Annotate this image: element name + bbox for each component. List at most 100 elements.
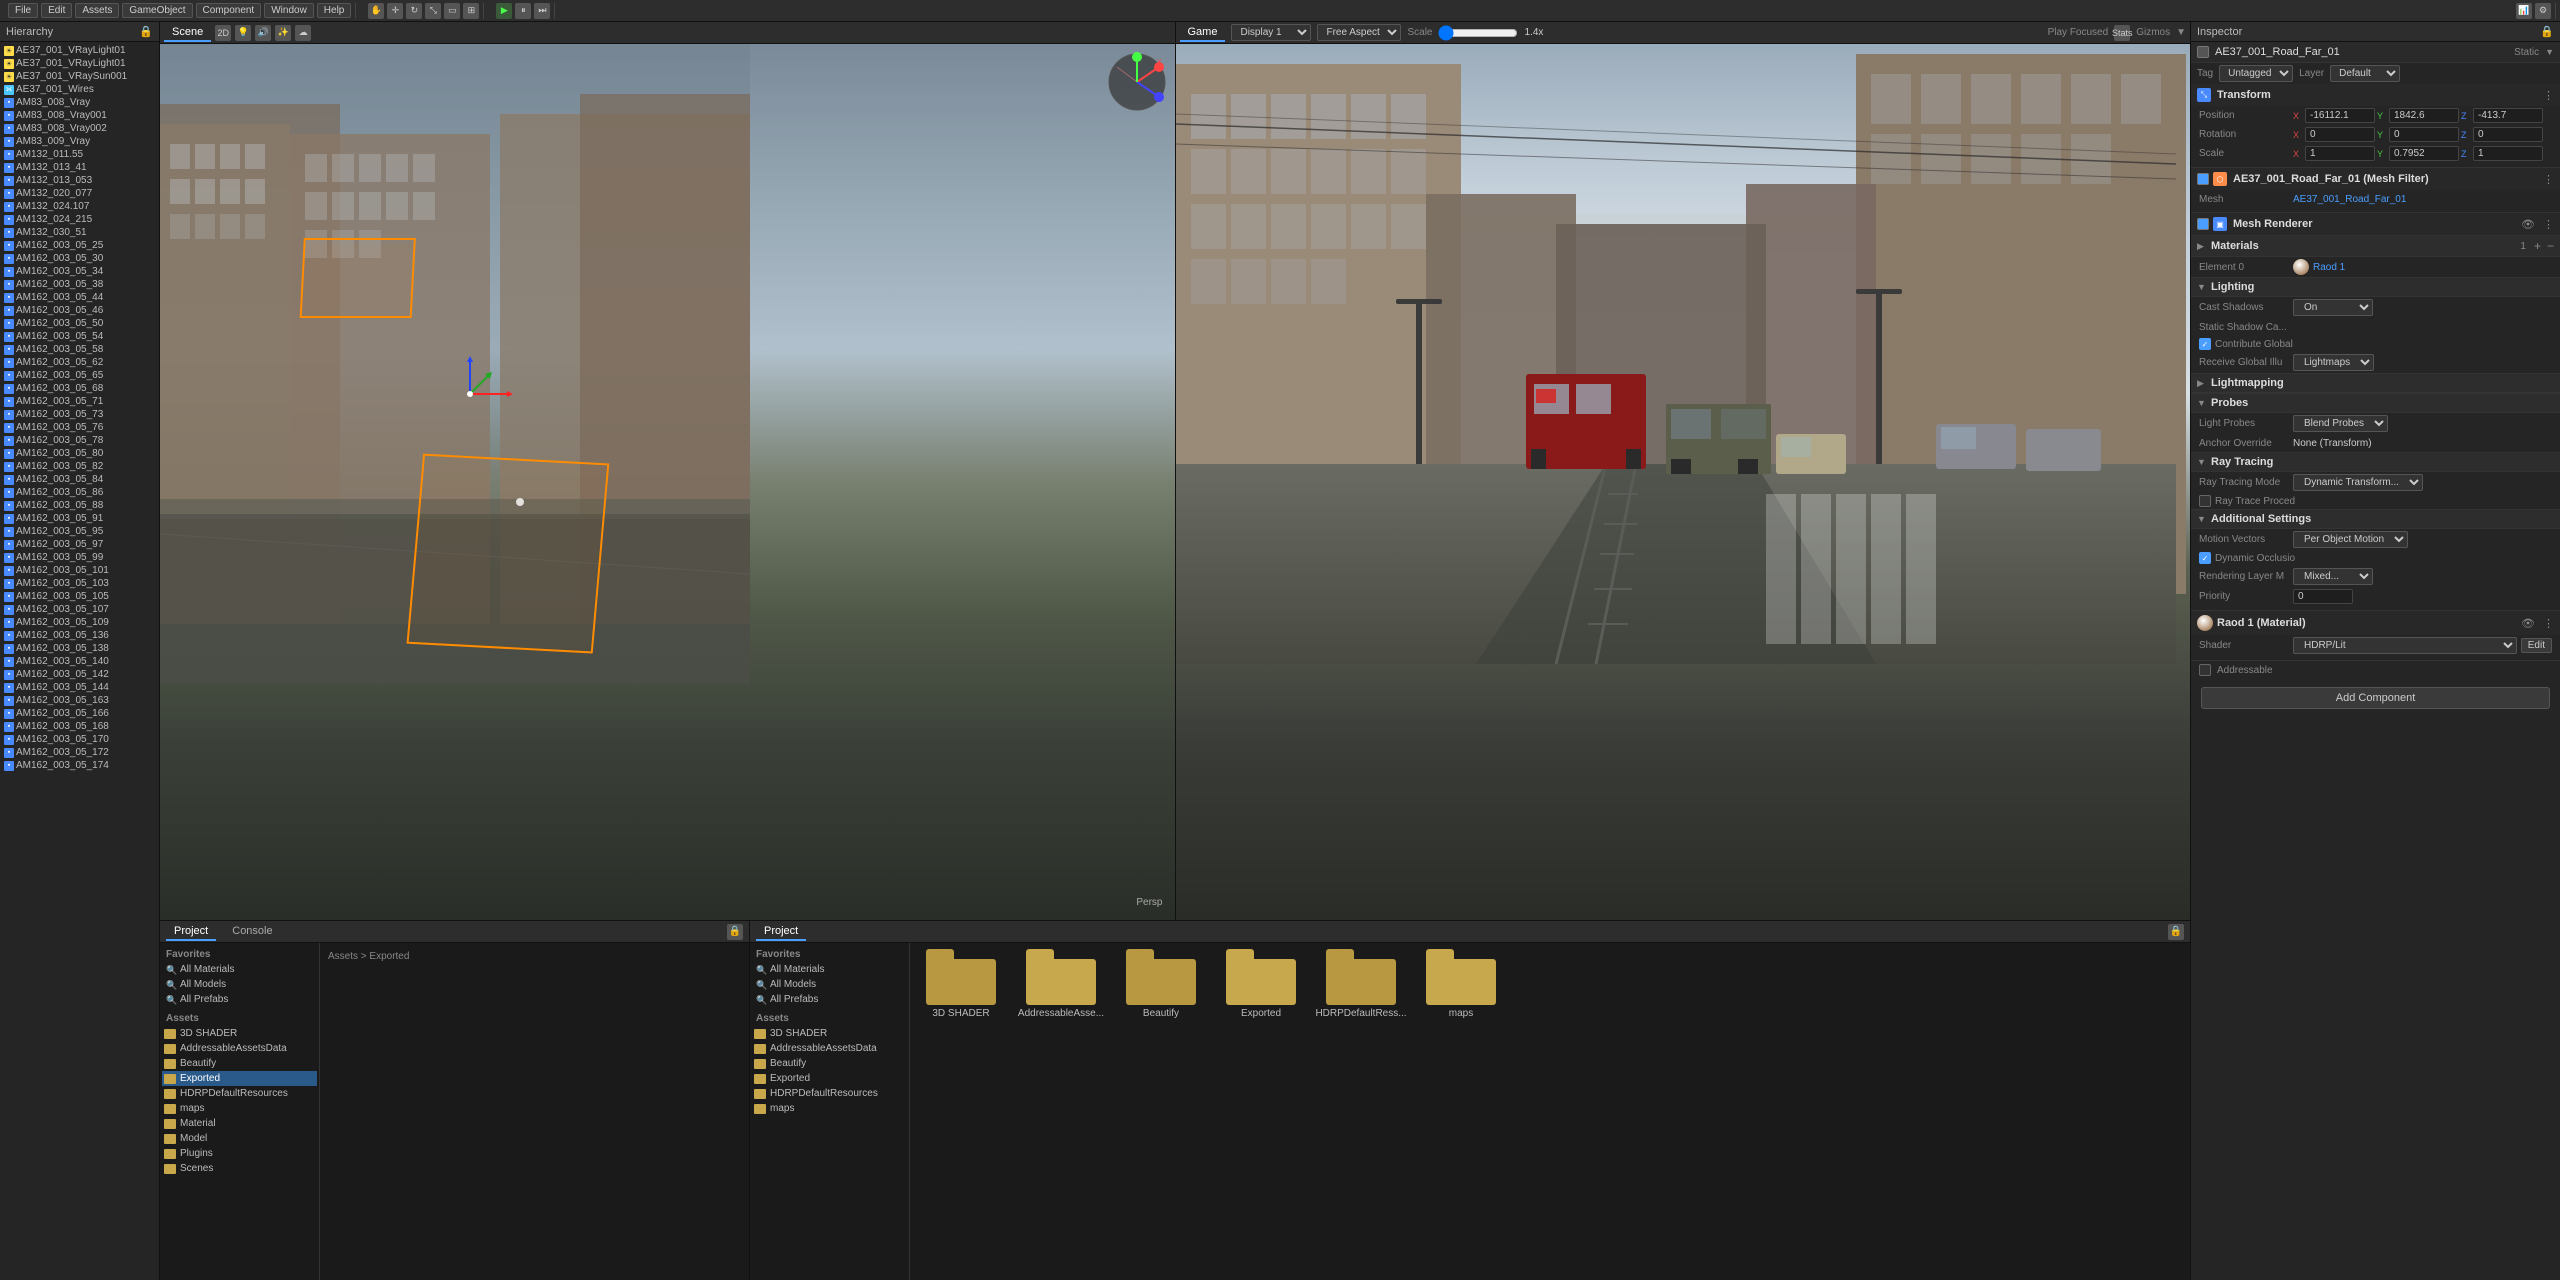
fav-all-models[interactable]: 🔍 All Models [162,977,317,992]
list-item[interactable]: ▪ AM162_003_05_174 [0,759,159,772]
list-item[interactable]: ▪ AM162_003_05_144 [0,681,159,694]
rotate-tool[interactable]: ↻ [406,3,422,19]
list-item[interactable]: ▪ AM162_003_05_107 [0,603,159,616]
list-item[interactable]: ▪ AM162_003_05_166 [0,707,159,720]
list-item[interactable]: ▪ AM162_003_05_84 [0,473,159,486]
tree2-exported[interactable]: Exported [752,1071,907,1086]
additional-settings-section-header[interactable]: ▼ Additional Settings [2191,509,2560,529]
tab-project[interactable]: Project [166,923,216,941]
tree-exported[interactable]: Exported [162,1071,317,1086]
list-item[interactable]: ▪ AM162_003_05_78 [0,434,159,447]
tree2-maps[interactable]: maps [752,1101,907,1116]
list-item[interactable]: ▪ AM162_003_05_80 [0,447,159,460]
tree-hdrp[interactable]: HDRPDefaultResources [162,1086,317,1101]
scene-light-btn[interactable]: 💡 [235,25,251,41]
asset-item-beautify[interactable]: Beautify [1116,949,1206,1019]
rotation-z[interactable] [2473,127,2543,142]
mesh-renderer-checkbox[interactable] [2197,218,2209,230]
stats-btn[interactable]: 📊 [2516,3,2532,19]
scene-fx-btn[interactable]: ✨ [275,25,291,41]
move-tool[interactable]: ✛ [387,3,403,19]
menu-edit[interactable]: Edit [41,3,72,18]
list-item[interactable]: ▪ AM162_003_05_99 [0,551,159,564]
list-item[interactable]: ▪ AM162_003_05_168 [0,720,159,733]
mesh-renderer-options[interactable]: ⋮ [2543,218,2554,231]
list-item[interactable]: ▪ AM162_003_05_71 [0,395,159,408]
list-item[interactable]: ▪ AM162_003_05_62 [0,356,159,369]
hierarchy-list[interactable]: ☀ AE37_001_VRayLight01 ☀ AE37_001_VRayLi… [0,42,159,1280]
list-item[interactable]: ▪ AM83_009_Vray [0,135,159,148]
list-item[interactable]: ▪ AM162_003_05_170 [0,733,159,746]
scene-2d-btn[interactable]: 2D [215,25,231,41]
light-probes-dropdown[interactable]: Blend Probes [2293,415,2388,432]
scale-tool[interactable]: ⤡ [425,3,441,19]
scale-y[interactable] [2389,146,2459,161]
list-item[interactable]: ▪ AM83_008_Vray [0,96,159,109]
edit-button[interactable]: Edit [2521,638,2552,653]
material-header[interactable]: Raod 1 (Material) 👁 ⋮ [2191,611,2560,635]
list-item[interactable]: ▪ AM162_003_05_172 [0,746,159,759]
list-item[interactable]: ▪ AM162_003_05_65 [0,369,159,382]
hand-tool[interactable]: ✋ [368,3,384,19]
scene-sound-btn[interactable]: 🔊 [255,25,271,41]
add-mat-btn[interactable]: + [2534,239,2541,253]
list-item[interactable]: ☀ AE37_001_VRayLight01 [0,57,159,70]
list-item[interactable]: ▪ AM162_003_05_73 [0,408,159,421]
cast-shadows-dropdown[interactable]: On [2293,299,2373,316]
tree-material[interactable]: Material [162,1116,317,1131]
scale-z[interactable] [2473,146,2543,161]
list-item[interactable]: ▪ AM162_003_05_140 [0,655,159,668]
list-item[interactable]: ▪ AM162_003_05_105 [0,590,159,603]
dynamic-occlusion-checkmark[interactable]: ✓ [2199,552,2211,564]
asset-item-exported[interactable]: Exported [1216,949,1306,1019]
list-item[interactable]: ▪ AM132_030_51 [0,226,159,239]
rotation-x[interactable] [2305,127,2375,142]
list-item[interactable]: ▪ AM162_003_05_46 [0,304,159,317]
mat-eye[interactable]: 👁 [2521,617,2535,630]
layer-dropdown[interactable]: Default [2330,65,2400,82]
bottom-lock-icon[interactable]: 🔒 [727,924,743,940]
tree-model[interactable]: Model [162,1131,317,1146]
list-item[interactable]: ▪ AM132_020_077 [0,187,159,200]
list-item[interactable]: ▪ AM162_003_05_103 [0,577,159,590]
step-btn[interactable]: ⏭ [534,3,550,19]
fav2-all-prefabs[interactable]: 🔍 All Prefabs [752,992,907,1007]
display-dropdown[interactable]: Display 1 [1231,24,1311,41]
list-item[interactable]: ▪ AM132_011.55 [0,148,159,161]
mesh-filter-checkbox[interactable] [2197,173,2209,185]
list-item[interactable]: ▪ AM132_013_053 [0,174,159,187]
list-item[interactable]: ⟗ AE37_001_Wires [0,83,159,96]
scale-x[interactable] [2305,146,2375,161]
list-item[interactable]: ▪ AM162_003_05_44 [0,291,159,304]
asset-item-3dshader[interactable]: 3D SHADER [916,949,1006,1019]
stats-btn[interactable]: Stats [2114,25,2130,41]
motion-vectors-dropdown[interactable]: Per Object Motion [2293,531,2408,548]
menu-window[interactable]: Window [264,3,314,18]
ray-trace-checkbox[interactable] [2199,495,2211,507]
list-item[interactable]: ▪ AM162_003_05_97 [0,538,159,551]
position-z[interactable] [2473,108,2543,123]
mesh-filter-header[interactable]: ⬡ AE37_001_Road_Far_01 (Mesh Filter) ⋮ [2191,168,2560,190]
fav2-all-materials[interactable]: 🔍 All Materials [752,962,907,977]
inspector-lock-icon[interactable]: 🔒 [2540,25,2554,38]
contribute-checkmark[interactable]: ✓ [2199,338,2211,350]
mr-eye[interactable]: 👁 [2521,218,2535,231]
asset-item-hdrp[interactable]: HDRPDefaultRess... [1316,949,1406,1019]
tree2-addressable[interactable]: AddressableAssetsData [752,1041,907,1056]
list-item[interactable]: ▪ AM132_024_215 [0,213,159,226]
probes-section-header[interactable]: ▼ Probes [2191,393,2560,413]
list-item[interactable]: ☀ AE37_001_VRayLight01 [0,44,159,57]
transform-header[interactable]: ⤡ Transform ⋮ [2191,84,2560,106]
list-item[interactable]: ▪ AM162_003_05_163 [0,694,159,707]
list-item[interactable]: ▪ AM162_003_05_30 [0,252,159,265]
list-item[interactable]: ▪ AM162_003_05_88 [0,499,159,512]
gizmos-chevron[interactable]: ▼ [2176,27,2186,38]
tree2-hdrp[interactable]: HDRPDefaultResources [752,1086,907,1101]
list-item[interactable]: ▪ AM162_003_05_95 [0,525,159,538]
gizmos-btn[interactable]: ⚙ [2535,3,2551,19]
receive-gi-dropdown[interactable]: Lightmaps [2293,354,2374,371]
game-viewport[interactable] [1176,44,2191,920]
shader-dropdown[interactable]: HDRP/Lit [2293,637,2517,654]
tree-plugins[interactable]: Plugins [162,1146,317,1161]
tag-dropdown[interactable]: Untagged [2219,65,2293,82]
